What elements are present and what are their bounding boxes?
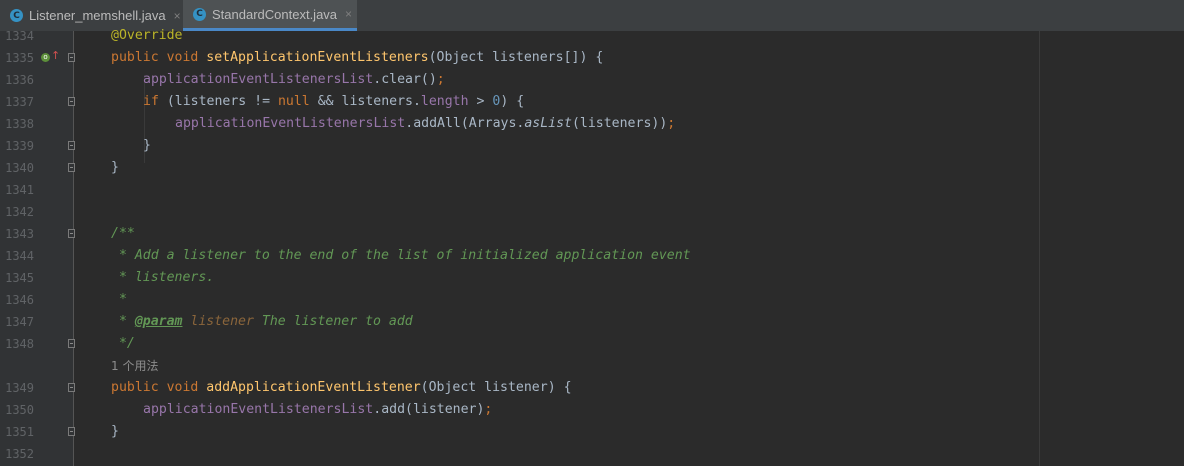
code-line: 1350 applicationEventListenersList.add(l… <box>0 399 1184 421</box>
code-text: } <box>143 138 151 153</box>
code-line: 1341 <box>0 179 1184 201</box>
code-text: } <box>111 424 119 439</box>
fold-toggle-icon[interactable] <box>68 163 75 172</box>
code-line: 1348 */ <box>0 333 1184 355</box>
class-icon: C <box>10 9 23 22</box>
code-line: 1339 } <box>0 135 1184 157</box>
code-line: 1342 <box>0 201 1184 223</box>
fold-toggle-icon[interactable] <box>68 141 75 150</box>
line-number: 1340 <box>5 161 34 175</box>
line-number: 1350 <box>5 403 34 417</box>
fold-toggle-icon[interactable] <box>68 97 75 106</box>
code-text: public void addApplicationEventListener(… <box>111 380 572 395</box>
code-line: 1334 @Override <box>0 25 1184 47</box>
doc-comment: * listeners. <box>111 270 215 285</box>
line-number: 1349 <box>5 381 34 395</box>
doc-comment: /** <box>111 226 135 241</box>
code-text: } <box>111 160 119 175</box>
code-line: 1347 * @param listener The listener to a… <box>0 311 1184 333</box>
code-line: 1351 } <box>0 421 1184 443</box>
doc-comment: */ <box>111 336 135 351</box>
code-line: 1346 * <box>0 289 1184 311</box>
tab-label: StandardContext.java <box>212 6 338 22</box>
line-number: 1334 <box>5 29 34 43</box>
code-text: applicationEventListenersList.addAll(Arr… <box>175 116 676 131</box>
line-number: 1346 <box>5 293 34 307</box>
code-editor[interactable]: 1334 @Override 1335 o ↑ public void setA… <box>0 28 1184 466</box>
code-text: applicationEventListenersList.clear(); <box>143 72 445 87</box>
line-number: 1336 <box>5 73 34 87</box>
code-text: if (listeners != null && listeners.lengt… <box>143 94 525 109</box>
code-line: 1340 } <box>0 157 1184 179</box>
code-text: @Override <box>111 28 183 43</box>
fold-toggle-icon[interactable] <box>68 427 75 436</box>
doc-comment: * Add a listener to the end of the list … <box>111 248 691 263</box>
line-number: 1335 <box>5 51 34 65</box>
code-text: public void setApplicationEventListeners… <box>111 50 604 65</box>
fold-toggle-icon[interactable] <box>68 53 75 62</box>
line-number: 1337 <box>5 95 34 109</box>
line-number: 1347 <box>5 315 34 329</box>
code-line: 1338 applicationEventListenersList.addAl… <box>0 113 1184 135</box>
code-line: 1345 * listeners. <box>0 267 1184 289</box>
doc-comment: * <box>111 292 127 307</box>
code-line: 1335 o ↑ public void setApplicationEvent… <box>0 47 1184 69</box>
fold-toggle-icon[interactable] <box>68 383 75 392</box>
code-line: 1337 if (listeners != null && listeners.… <box>0 91 1184 113</box>
tab-label: Listener_memshell.java <box>29 8 166 23</box>
doc-comment: * @param listener The listener to add <box>111 314 413 329</box>
code-line: 1349 public void addApplicationEventList… <box>0 377 1184 399</box>
override-method-icon[interactable]: o <box>41 53 50 62</box>
close-icon[interactable]: × <box>345 7 352 21</box>
code-line: 1352 <box>0 443 1184 465</box>
code-line: 1336 applicationEventListenersList.clear… <box>0 69 1184 91</box>
line-number: 1344 <box>5 249 34 263</box>
line-number: 1345 <box>5 271 34 285</box>
code-line: 1343 /** <box>0 223 1184 245</box>
line-number: 1341 <box>5 183 34 197</box>
line-number: 1352 <box>5 447 34 461</box>
arrow-up-icon: ↑ <box>51 49 61 62</box>
code-text: applicationEventListenersList.add(listen… <box>143 402 493 417</box>
line-number: 1343 <box>5 227 34 241</box>
fold-toggle-icon[interactable] <box>68 339 75 348</box>
close-icon[interactable]: × <box>174 9 181 23</box>
code-line: 1344 * Add a listener to the end of the … <box>0 245 1184 267</box>
class-icon: C <box>193 7 206 21</box>
usage-count-hint[interactable]: 1 个用法 <box>111 355 158 377</box>
line-number: 1348 <box>5 337 34 351</box>
line-number: 1342 <box>5 205 34 219</box>
line-number: 1351 <box>5 425 34 439</box>
fold-toggle-icon[interactable] <box>68 229 75 238</box>
line-number: 1338 <box>5 117 34 131</box>
line-number: 1339 <box>5 139 34 153</box>
